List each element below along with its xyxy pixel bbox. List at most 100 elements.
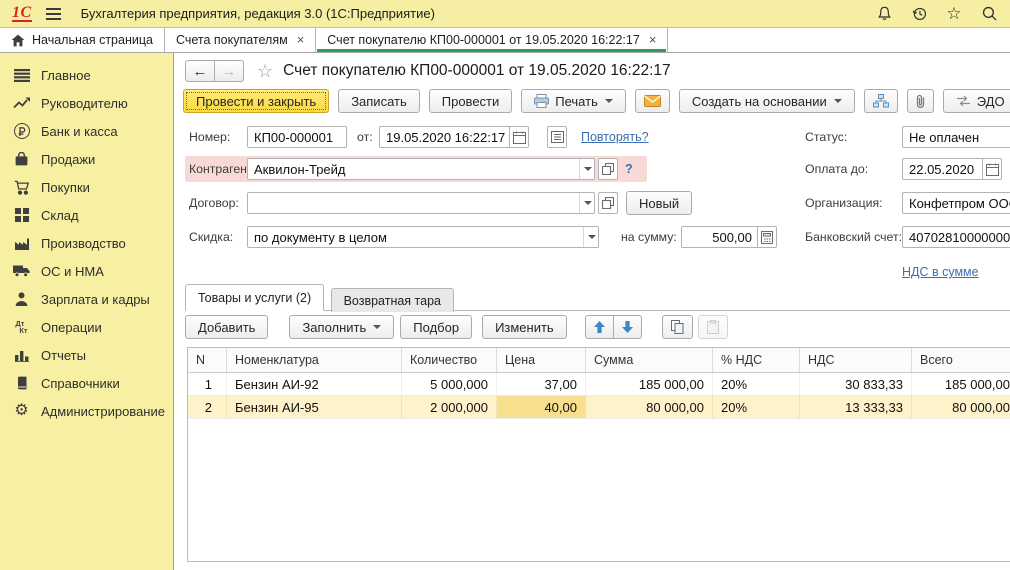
list-icon xyxy=(551,131,564,143)
notifications-bell-icon[interactable] xyxy=(875,5,893,23)
edit-row-button[interactable]: Изменить xyxy=(482,315,567,339)
bank-account-field[interactable]: 4070281000000000 xyxy=(902,226,1010,248)
fill-button[interactable]: Заполнить xyxy=(289,315,394,339)
edo-button[interactable]: ЭДО xyxy=(943,89,1010,113)
move-row-up-button[interactable] xyxy=(585,315,614,339)
command-bar: Провести и закрыть Записать Провести Печ… xyxy=(183,89,1010,113)
sidebar-item-payroll-hr[interactable]: Зарплата и кадры xyxy=(0,285,173,313)
dropdown-button[interactable] xyxy=(579,193,594,213)
payment-due-field[interactable]: 22.05.2020 xyxy=(902,158,984,180)
dropdown-button[interactable] xyxy=(583,227,598,247)
repeat-link[interactable]: Повторять? xyxy=(581,130,649,144)
bar-chart-icon xyxy=(12,346,31,364)
tab-home[interactable]: Начальная страница xyxy=(0,28,165,52)
paste-rows-button[interactable] xyxy=(698,315,728,339)
cell-n[interactable]: 2 xyxy=(188,396,227,418)
cell-vat[interactable]: 13 333,33 xyxy=(800,396,912,418)
print-label: Печать xyxy=(555,94,598,109)
open-item-icon xyxy=(602,197,614,209)
cell-total[interactable]: 185 000,00 xyxy=(912,373,1010,395)
sidebar-item-administration[interactable]: ⚙ Администрирование xyxy=(0,397,173,425)
close-tab-icon[interactable]: × xyxy=(297,34,305,46)
row-counterparty: Контрагент: Аквилон-Трейд ? Оплата до: 2… xyxy=(189,158,1010,182)
post-and-close-button[interactable]: Провести и закрыть xyxy=(183,89,329,113)
status-field[interactable]: Не оплачен xyxy=(902,126,1010,148)
sidebar-item-purchases[interactable]: Покупки xyxy=(0,173,173,201)
cell-quantity[interactable]: 5 000,000 xyxy=(402,373,497,395)
new-contract-button[interactable]: Новый xyxy=(626,191,692,215)
document-structure-button[interactable] xyxy=(864,89,898,113)
document-list-button[interactable] xyxy=(547,126,567,148)
sidebar-item-main[interactable]: Главное xyxy=(0,61,173,89)
cell-sum[interactable]: 185 000,00 xyxy=(586,373,713,395)
payment-due-calendar-button[interactable] xyxy=(982,158,1002,180)
tab-invoice-document[interactable]: Счет покупателю КП00-000001 от 19.05.202… xyxy=(316,28,668,52)
post-button[interactable]: Провести xyxy=(429,89,513,113)
trend-chart-icon xyxy=(12,94,31,112)
date-calendar-button[interactable] xyxy=(509,126,529,148)
send-email-button[interactable] xyxy=(635,89,670,113)
cell-price-active[interactable]: 40,00 xyxy=(497,396,586,418)
contract-field[interactable] xyxy=(247,192,595,214)
sidebar-item-label: Зарплата и кадры xyxy=(41,292,150,307)
discount-select[interactable]: по документу в целом xyxy=(247,226,599,248)
table-row[interactable]: 1 Бензин АИ-92 5 000,000 37,00 185 000,0… xyxy=(188,373,1010,396)
history-icon[interactable] xyxy=(910,5,928,23)
sidebar-item-fixed-assets[interactable]: ОС и НМА xyxy=(0,257,173,285)
sidebar-item-directories[interactable]: Справочники xyxy=(0,369,173,397)
counterparty-help-link[interactable]: ? xyxy=(625,162,633,176)
cell-vat-rate[interactable]: 20% xyxy=(713,373,800,395)
vat-in-sum-link[interactable]: НДС в сумме xyxy=(902,265,979,279)
pick-button[interactable]: Подбор xyxy=(400,315,472,339)
attachments-button[interactable] xyxy=(907,89,934,113)
favorites-star-icon[interactable]: ☆ xyxy=(945,5,963,23)
close-tab-icon[interactable]: × xyxy=(649,34,657,46)
counterparty-open-button[interactable] xyxy=(598,158,618,180)
sidebar-item-sales[interactable]: Продажи xyxy=(0,145,173,173)
cell-n[interactable]: 1 xyxy=(188,373,227,395)
organization-field[interactable]: Конфетпром ООО xyxy=(902,192,1010,214)
print-button[interactable]: Печать xyxy=(521,89,626,113)
cell-total[interactable]: 80 000,00 xyxy=(912,396,1010,418)
main-menu-icon[interactable] xyxy=(44,6,63,22)
cell-price[interactable]: 37,00 xyxy=(497,373,586,395)
sidebar-item-warehouse[interactable]: Склад xyxy=(0,201,173,229)
dropdown-button[interactable] xyxy=(579,159,594,179)
discount-amount-field[interactable]: 500,00 xyxy=(681,226,759,248)
save-button[interactable]: Записать xyxy=(338,89,420,113)
cell-vat[interactable]: 30 833,33 xyxy=(800,373,912,395)
calendar-icon xyxy=(986,163,999,176)
cell-nomenclature[interactable]: Бензин АИ-95 xyxy=(227,396,402,418)
sidebar-item-reports[interactable]: Отчеты xyxy=(0,341,173,369)
tab-invoices-list[interactable]: Счета покупателям × xyxy=(165,28,316,52)
table-row-selected[interactable]: 2 Бензин АИ-95 2 000,000 40,00 80 000,00… xyxy=(188,396,1010,419)
add-row-button[interactable]: Добавить xyxy=(185,315,268,339)
tab-returnable-packaging[interactable]: Возвратная тара xyxy=(331,288,454,312)
cell-vat-rate[interactable]: 20% xyxy=(713,396,800,418)
bank-account-label: Банковский счет: xyxy=(805,230,902,244)
favorite-star-icon[interactable]: ☆ xyxy=(257,61,273,82)
sidebar-item-production[interactable]: Производство xyxy=(0,229,173,257)
cell-nomenclature[interactable]: Бензин АИ-92 xyxy=(227,373,402,395)
cell-quantity[interactable]: 2 000,000 xyxy=(402,396,497,418)
1c-logo-icon: 1С xyxy=(12,6,32,22)
search-icon[interactable] xyxy=(980,5,998,23)
create-based-on-button[interactable]: Создать на основании xyxy=(679,89,855,113)
back-button[interactable]: ← xyxy=(185,60,215,82)
copy-rows-button[interactable] xyxy=(662,315,693,339)
number-field[interactable]: КП00-000001 xyxy=(247,126,347,148)
sidebar-item-bank-cash[interactable]: Банк и касса xyxy=(0,117,173,145)
amount-calculator-button[interactable] xyxy=(757,226,777,248)
sidebar-item-manager[interactable]: Руководителю xyxy=(0,89,173,117)
forward-button[interactable]: → xyxy=(214,60,244,82)
date-field[interactable]: 19.05.2020 16:22:17 xyxy=(379,126,511,148)
row-contract: Договор: Новый Организация: Конфетпром О… xyxy=(189,192,1010,216)
tab-goods-services[interactable]: Товары и услуги (2) xyxy=(185,284,324,311)
arrow-up-icon xyxy=(594,321,605,333)
sidebar-item-operations[interactable]: ДтКт Операции xyxy=(0,313,173,341)
move-row-down-button[interactable] xyxy=(613,315,642,339)
contract-open-button[interactable] xyxy=(598,192,618,214)
counterparty-field[interactable]: Аквилон-Трейд xyxy=(247,158,595,180)
cell-sum[interactable]: 80 000,00 xyxy=(586,396,713,418)
open-item-icon xyxy=(602,163,614,175)
